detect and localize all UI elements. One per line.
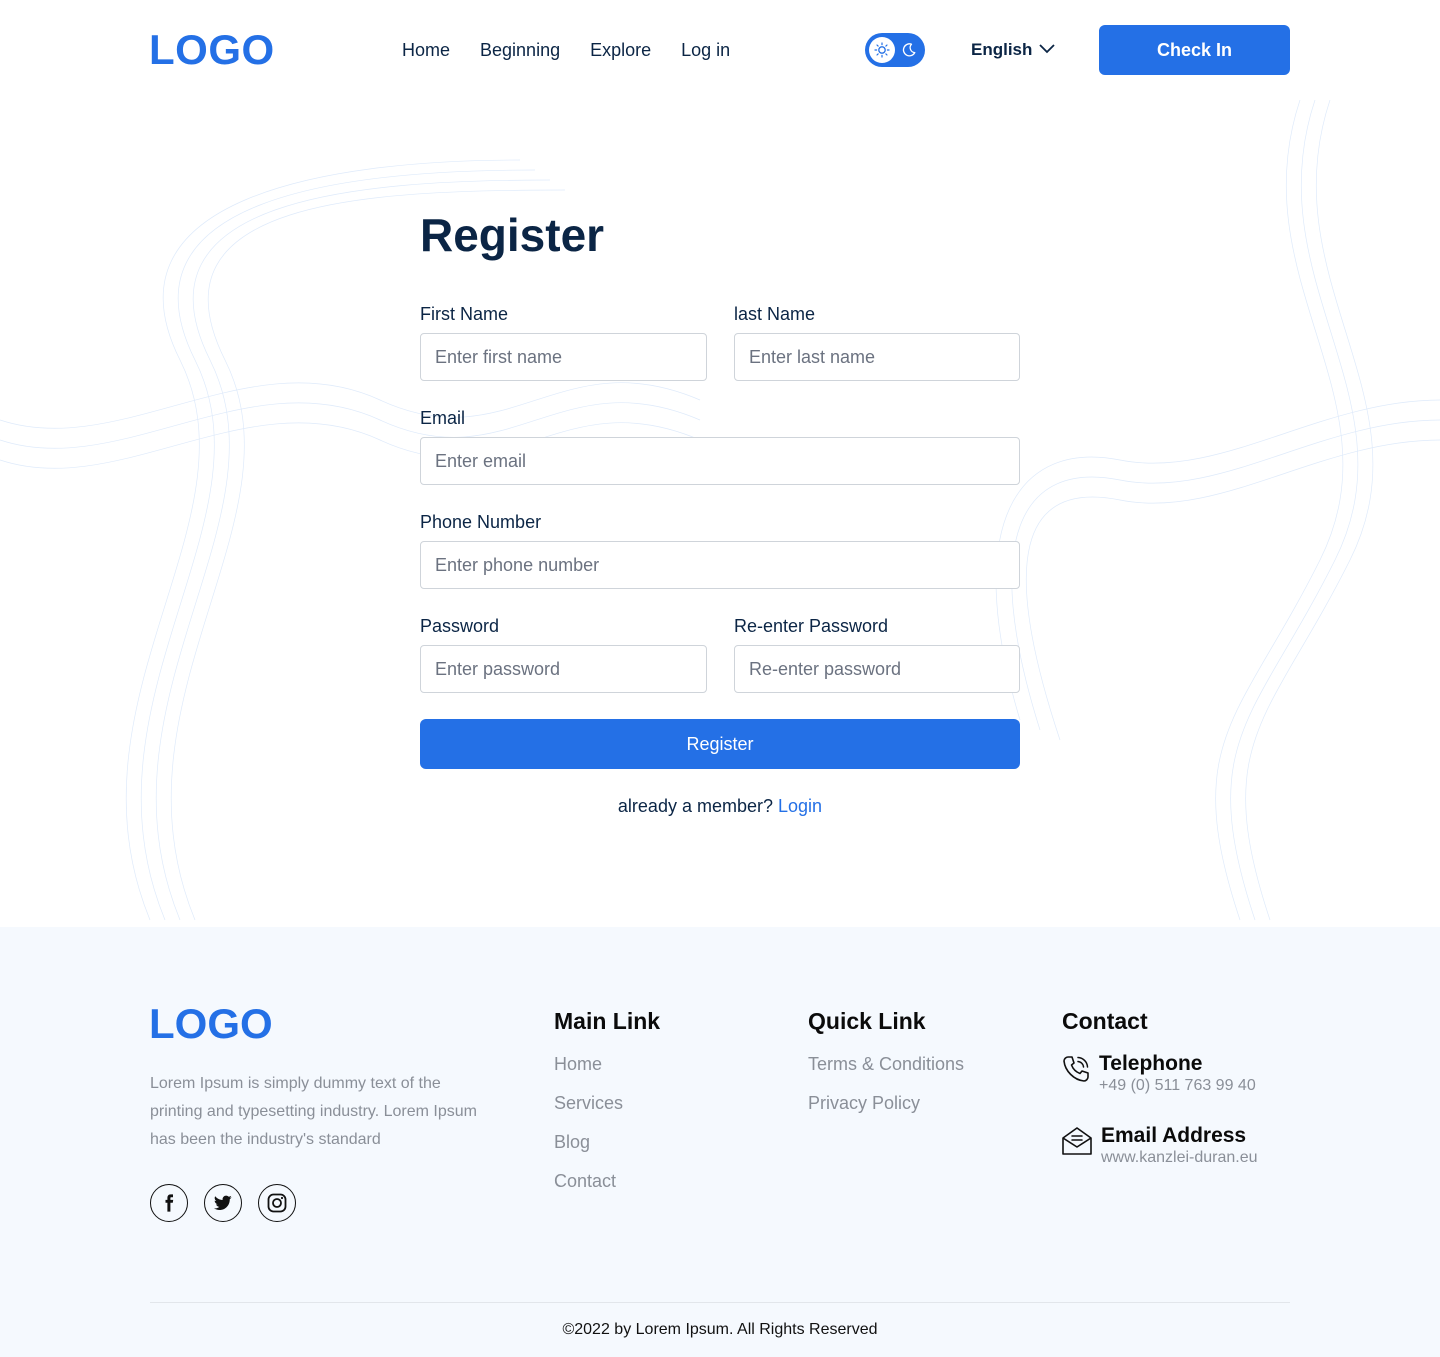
telephone-value[interactable]: +49 (0) 511 763 99 40 bbox=[1099, 1076, 1256, 1096]
site-footer: LOGO Lorem Ipsum is simply dummy text of… bbox=[0, 927, 1440, 1357]
footer-link-contact[interactable]: Contact bbox=[554, 1170, 623, 1192]
phone-input[interactable] bbox=[420, 541, 1020, 589]
instagram-icon[interactable] bbox=[258, 1184, 296, 1222]
mail-icon bbox=[1061, 1124, 1093, 1168]
email-label: Email bbox=[420, 408, 466, 428]
site-header: LOGO Home Beginning Explore Log in Engli… bbox=[0, 0, 1440, 100]
footer-about: Lorem Ipsum is simply dummy text of the … bbox=[150, 1075, 477, 1148]
first-name-label: First Name bbox=[420, 304, 509, 324]
header-logo[interactable]: LOGO bbox=[149, 27, 275, 73]
member-text: already a member? bbox=[617, 796, 773, 816]
chevron-down-icon bbox=[1038, 41, 1056, 59]
footer-link-terms[interactable]: Terms & Conditions bbox=[808, 1053, 964, 1075]
nav-home[interactable]: Home bbox=[402, 38, 450, 62]
moon-icon bbox=[901, 42, 917, 58]
phone-icon bbox=[1061, 1052, 1091, 1096]
sun-icon bbox=[869, 37, 895, 63]
email-address-value[interactable]: www.kanzlei-duran.eu bbox=[1101, 1148, 1258, 1168]
email-text: Email Address www.kanzlei-duran.eu bbox=[1101, 1124, 1258, 1168]
register-form-header: Register bbox=[420, 205, 1020, 265]
quick-link-title: Quick Link bbox=[808, 1008, 926, 1034]
footer-logo[interactable]: LOGO bbox=[149, 1001, 273, 1047]
password-label: Password bbox=[420, 616, 500, 636]
nav-login[interactable]: Log in bbox=[681, 38, 730, 62]
footer-divider bbox=[150, 1302, 1290, 1303]
footer-link-blog[interactable]: Blog bbox=[554, 1131, 623, 1153]
email-address-label: Email Address bbox=[1101, 1124, 1247, 1147]
password-input[interactable] bbox=[420, 645, 707, 693]
theme-toggle[interactable] bbox=[865, 33, 925, 67]
reenter-password-input[interactable] bbox=[734, 645, 1020, 693]
last-name-label: last Name bbox=[734, 304, 816, 324]
facebook-icon[interactable] bbox=[150, 1184, 188, 1222]
social-links bbox=[150, 1184, 296, 1222]
contact-email: Email Address www.kanzlei-duran.eu bbox=[1061, 1124, 1258, 1168]
login-link[interactable]: Login bbox=[778, 796, 822, 816]
contact-title: Contact bbox=[1062, 1008, 1148, 1034]
main-link-title: Main Link bbox=[554, 1008, 661, 1034]
email-input[interactable] bbox=[420, 437, 1020, 485]
phone-label: Phone Number bbox=[420, 512, 542, 532]
page-title: Register bbox=[420, 209, 605, 261]
quick-link-list: Terms & Conditions Privacy Policy bbox=[808, 1053, 964, 1114]
footer-link-privacy[interactable]: Privacy Policy bbox=[808, 1092, 964, 1114]
footer-link-services[interactable]: Services bbox=[554, 1092, 623, 1114]
reenter-password-label: Re-enter Password bbox=[734, 616, 889, 636]
contact-telephone: Telephone +49 (0) 511 763 99 40 bbox=[1061, 1052, 1256, 1096]
check-in-button[interactable]: Check In bbox=[1099, 25, 1290, 75]
nav-beginning[interactable]: Beginning bbox=[480, 38, 560, 62]
twitter-icon[interactable] bbox=[204, 1184, 242, 1222]
register-button[interactable]: Register bbox=[420, 719, 1020, 769]
language-select[interactable]: English bbox=[971, 38, 1056, 62]
main-link-list: Home Services Blog Contact bbox=[554, 1053, 623, 1192]
telephone-text: Telephone +49 (0) 511 763 99 40 bbox=[1099, 1052, 1256, 1096]
footer-link-home[interactable]: Home bbox=[554, 1053, 623, 1075]
last-name-input[interactable] bbox=[734, 333, 1020, 381]
main-nav: Home Beginning Explore Log in bbox=[402, 38, 730, 62]
first-name-input[interactable] bbox=[420, 333, 707, 381]
member-prompt: already a member? Login bbox=[420, 795, 1020, 817]
copyright: ©2022 by Lorem Ipsum. All Rights Reserve… bbox=[562, 1321, 878, 1338]
nav-explore[interactable]: Explore bbox=[590, 38, 651, 62]
language-label: English bbox=[971, 40, 1033, 59]
telephone-label: Telephone bbox=[1099, 1052, 1203, 1075]
